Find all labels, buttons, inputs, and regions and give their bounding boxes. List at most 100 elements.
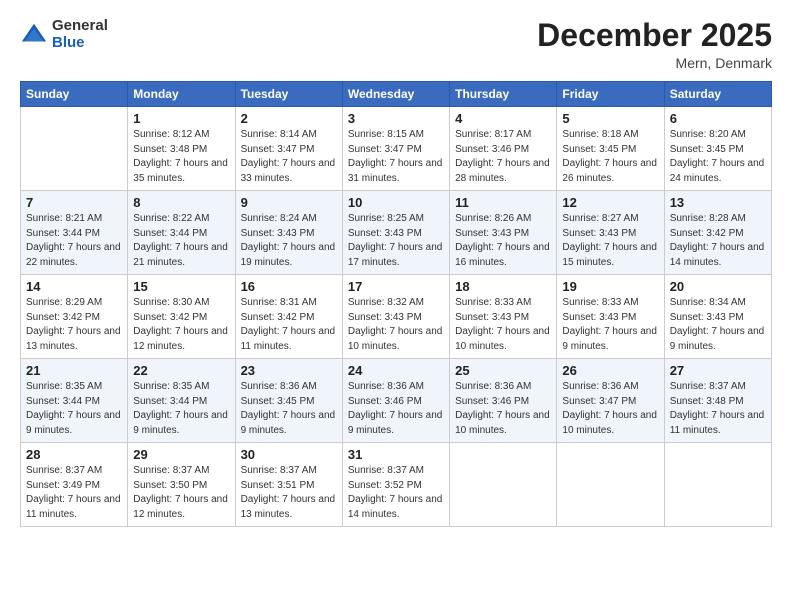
day-cell: 10 Sunrise: 8:25 AMSunset: 3:43 PMDayligh… [342, 191, 449, 275]
day-cell: 8Sunrise: 8:22 AMSunset: 3:44 PMDaylight… [128, 191, 235, 275]
header-row: SundayMondayTuesdayWednesdayThursdayFrid… [21, 82, 772, 107]
day-number: 22 [133, 363, 229, 378]
day-number: 11 [455, 195, 551, 210]
week-row-2: 14 Sunrise: 8:29 AMSunset: 3:42 PMDayligh… [21, 275, 772, 359]
header-cell-saturday: Saturday [664, 82, 771, 107]
day-number: 29 [133, 447, 229, 462]
day-info: Sunrise: 8:36 AMSunset: 3:47 PMDaylight:… [562, 380, 658, 438]
day-info: Sunrise: 8:17 AMSunset: 3:46 PMDaylight:… [455, 128, 551, 186]
day-cell: 30 Sunrise: 8:37 AMSunset: 3:51 PMDayligh… [235, 443, 342, 527]
day-cell [21, 107, 128, 191]
day-number: 18 [455, 279, 551, 294]
day-info: Sunrise: 8:37 AMSunset: 3:50 PMDaylight:… [133, 464, 229, 522]
header-cell-monday: Monday [128, 82, 235, 107]
day-info: Sunrise: 8:20 AMSunset: 3:45 PMDaylight:… [670, 128, 766, 186]
day-info: Sunrise: 8:36 AMSunset: 3:46 PMDaylight:… [455, 380, 551, 438]
logo-icon [20, 21, 48, 49]
day-number: 1 [133, 111, 229, 126]
day-cell: 16 Sunrise: 8:31 AMSunset: 3:42 PMDayligh… [235, 275, 342, 359]
day-info: Sunrise: 8:35 AMSunset: 3:44 PMDaylight:… [133, 380, 229, 438]
day-cell: 2 Sunrise: 8:14 AMSunset: 3:47 PMDaylight… [235, 107, 342, 191]
header-cell-sunday: Sunday [21, 82, 128, 107]
day-info: Sunrise: 8:25 AMSunset: 3:43 PMDaylight:… [348, 212, 444, 270]
week-row-4: 28 Sunrise: 8:37 AMSunset: 3:49 PMDayligh… [21, 443, 772, 527]
day-number: 6 [670, 111, 766, 126]
day-info: Sunrise: 8:34 AMSunset: 3:43 PMDaylight:… [670, 296, 766, 354]
day-info: Sunrise: 8:26 AMSunset: 3:43 PMDaylight:… [455, 212, 551, 270]
day-info: Sunrise: 8:24 AMSunset: 3:43 PMDaylight:… [241, 212, 337, 270]
day-number: 4 [455, 111, 551, 126]
day-cell: 4 Sunrise: 8:17 AMSunset: 3:46 PMDaylight… [450, 107, 557, 191]
day-cell: 28 Sunrise: 8:37 AMSunset: 3:49 PMDayligh… [21, 443, 128, 527]
calendar-title: December 2025 [537, 18, 772, 53]
day-number: 3 [348, 111, 444, 126]
day-info: Sunrise: 8:21 AMSunset: 3:44 PMDaylight:… [26, 212, 122, 270]
day-number: 26 [562, 363, 658, 378]
day-number: 24 [348, 363, 444, 378]
day-info: Sunrise: 8:22 AMSunset: 3:44 PMDaylight:… [133, 212, 229, 270]
day-info: Sunrise: 8:37 AMSunset: 3:49 PMDaylight:… [26, 464, 122, 522]
day-info: Sunrise: 8:14 AMSunset: 3:47 PMDaylight:… [241, 128, 337, 186]
day-cell: 9 Sunrise: 8:24 AMSunset: 3:43 PMDaylight… [235, 191, 342, 275]
day-number: 27 [670, 363, 766, 378]
day-number: 31 [348, 447, 444, 462]
day-number: 7 [26, 195, 122, 210]
week-row-0: 1 Sunrise: 8:12 AMSunset: 3:48 PMDaylight… [21, 107, 772, 191]
day-info: Sunrise: 8:15 AMSunset: 3:47 PMDaylight:… [348, 128, 444, 186]
day-cell: 7 Sunrise: 8:21 AMSunset: 3:44 PMDaylight… [21, 191, 128, 275]
day-cell: 17Sunrise: 8:32 AMSunset: 3:43 PMDayligh… [342, 275, 449, 359]
day-cell: 13Sunrise: 8:28 AMSunset: 3:42 PMDayligh… [664, 191, 771, 275]
day-cell: 26 Sunrise: 8:36 AMSunset: 3:47 PMDayligh… [557, 359, 664, 443]
day-cell: 29 Sunrise: 8:37 AMSunset: 3:50 PMDayligh… [128, 443, 235, 527]
logo-text: General Blue [52, 18, 108, 51]
day-number: 2 [241, 111, 337, 126]
day-cell: 11 Sunrise: 8:26 AMSunset: 3:43 PMDayligh… [450, 191, 557, 275]
day-number: 28 [26, 447, 122, 462]
header-cell-wednesday: Wednesday [342, 82, 449, 107]
day-info: Sunrise: 8:36 AMSunset: 3:46 PMDaylight:… [348, 380, 444, 438]
day-cell [557, 443, 664, 527]
day-number: 13 [670, 195, 766, 210]
day-cell: 15Sunrise: 8:30 AMSunset: 3:42 PMDayligh… [128, 275, 235, 359]
logo-blue-text: Blue [52, 35, 108, 52]
page: General Blue December 2025 Mern, Denmark… [0, 0, 792, 612]
day-cell: 3 Sunrise: 8:15 AMSunset: 3:47 PMDaylight… [342, 107, 449, 191]
day-cell: 22 Sunrise: 8:35 AMSunset: 3:44 PMDayligh… [128, 359, 235, 443]
day-cell: 25 Sunrise: 8:36 AMSunset: 3:46 PMDayligh… [450, 359, 557, 443]
logo-general-text: General [52, 18, 108, 35]
header: General Blue December 2025 Mern, Denmark [20, 18, 772, 71]
day-cell: 24 Sunrise: 8:36 AMSunset: 3:46 PMDayligh… [342, 359, 449, 443]
calendar-subtitle: Mern, Denmark [537, 55, 772, 71]
title-block: December 2025 Mern, Denmark [537, 18, 772, 71]
week-row-3: 21 Sunrise: 8:35 AMSunset: 3:44 PMDayligh… [21, 359, 772, 443]
day-cell [450, 443, 557, 527]
day-info: Sunrise: 8:30 AMSunset: 3:42 PMDaylight:… [133, 296, 229, 354]
logo: General Blue [20, 18, 108, 51]
day-info: Sunrise: 8:36 AMSunset: 3:45 PMDaylight:… [241, 380, 337, 438]
day-cell: 18Sunrise: 8:33 AMSunset: 3:43 PMDayligh… [450, 275, 557, 359]
day-number: 16 [241, 279, 337, 294]
day-info: Sunrise: 8:18 AMSunset: 3:45 PMDaylight:… [562, 128, 658, 186]
day-cell: 5Sunrise: 8:18 AMSunset: 3:45 PMDaylight… [557, 107, 664, 191]
day-number: 9 [241, 195, 337, 210]
day-number: 14 [26, 279, 122, 294]
day-number: 23 [241, 363, 337, 378]
day-info: Sunrise: 8:33 AMSunset: 3:43 PMDaylight:… [562, 296, 658, 354]
day-number: 21 [26, 363, 122, 378]
day-info: Sunrise: 8:12 AMSunset: 3:48 PMDaylight:… [133, 128, 229, 186]
header-cell-friday: Friday [557, 82, 664, 107]
day-number: 10 [348, 195, 444, 210]
day-info: Sunrise: 8:37 AMSunset: 3:52 PMDaylight:… [348, 464, 444, 522]
day-number: 25 [455, 363, 551, 378]
day-info: Sunrise: 8:37 AMSunset: 3:51 PMDaylight:… [241, 464, 337, 522]
day-cell: 6 Sunrise: 8:20 AMSunset: 3:45 PMDaylight… [664, 107, 771, 191]
day-number: 20 [670, 279, 766, 294]
day-info: Sunrise: 8:31 AMSunset: 3:42 PMDaylight:… [241, 296, 337, 354]
day-info: Sunrise: 8:29 AMSunset: 3:42 PMDaylight:… [26, 296, 122, 354]
header-cell-thursday: Thursday [450, 82, 557, 107]
day-cell [664, 443, 771, 527]
week-row-1: 7 Sunrise: 8:21 AMSunset: 3:44 PMDaylight… [21, 191, 772, 275]
day-number: 30 [241, 447, 337, 462]
day-cell: 31 Sunrise: 8:37 AMSunset: 3:52 PMDayligh… [342, 443, 449, 527]
day-cell: 21Sunrise: 8:35 AMSunset: 3:44 PMDayligh… [21, 359, 128, 443]
